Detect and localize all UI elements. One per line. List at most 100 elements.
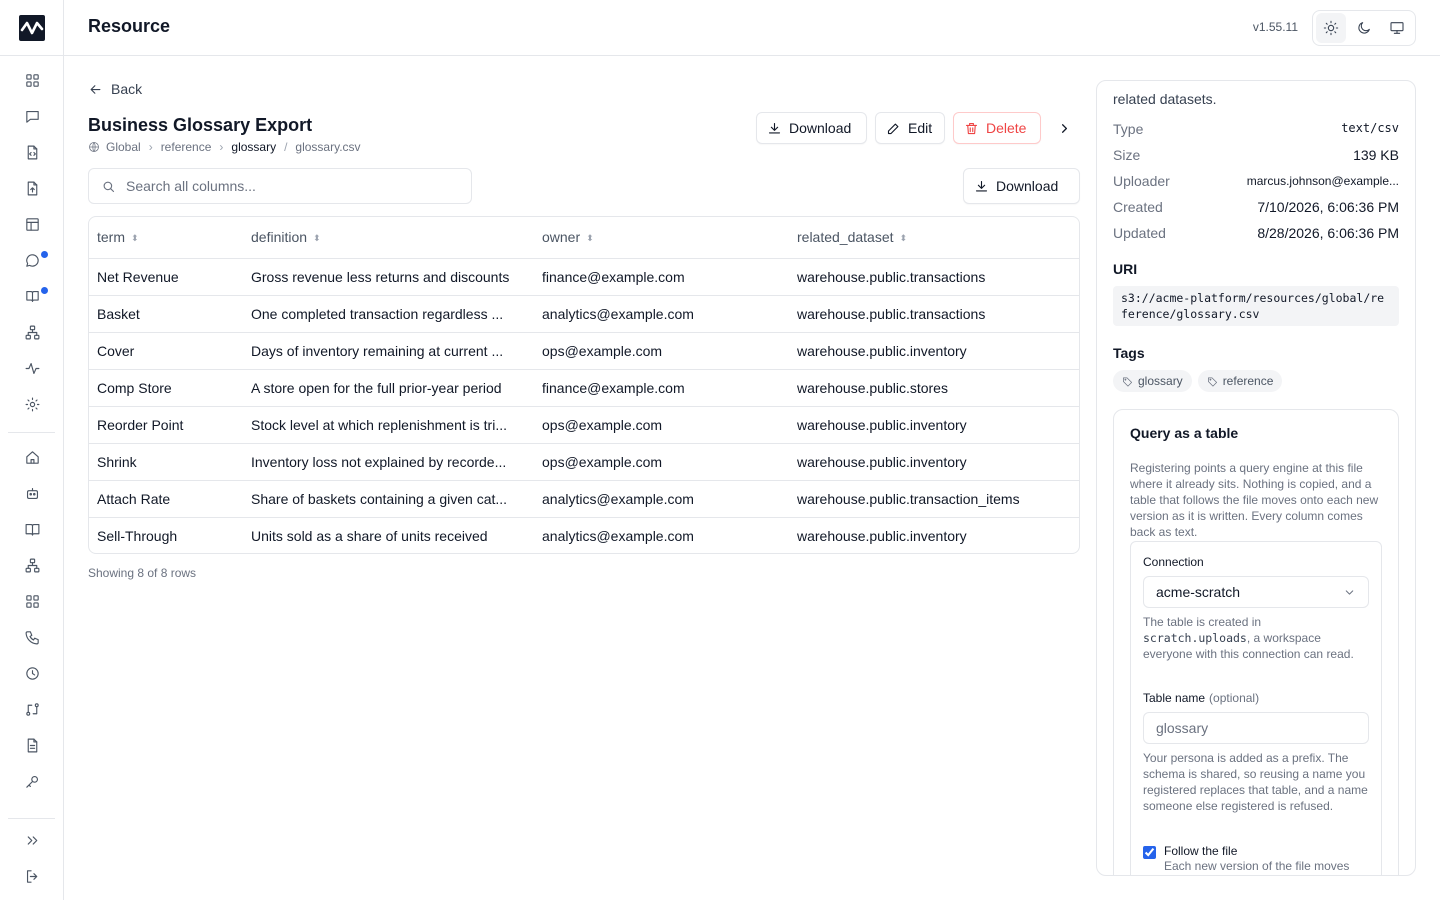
breadcrumb: Global › reference › glossary / glossary… — [88, 140, 361, 154]
settings-icon[interactable] — [22, 394, 42, 414]
trash-icon — [965, 122, 978, 134]
description-text: related datasets. — [1113, 91, 1217, 107]
table-row[interactable]: Cover Days of inventory remaining at curr… — [89, 332, 1079, 370]
chevron-down-icon — [1345, 589, 1354, 595]
tag-list: glossary reference — [1113, 370, 1283, 392]
chevron-right-icon — [1061, 123, 1067, 133]
table-cell-definition: Inventory loss not explained by recorde.… — [243, 443, 534, 481]
system-theme-button[interactable] — [1382, 13, 1412, 43]
moon-icon — [1358, 22, 1370, 34]
table-row[interactable]: Sell-Through Units sold as a share of uni… — [89, 517, 1079, 553]
column-header-related-dataset[interactable]: related_dataset ⬍ — [789, 217, 1079, 259]
sort-icon: ⬍ — [313, 233, 321, 244]
notification-dot — [41, 287, 48, 294]
table-cell-related-dataset: warehouse.public.inventory — [789, 443, 1079, 481]
git-compare-icon[interactable] — [22, 699, 42, 719]
breadcrumb-scope[interactable]: Global — [106, 140, 141, 154]
table-row[interactable]: Attach Rate Share of baskets containing a… — [89, 480, 1079, 518]
table-row[interactable]: Comp Store A store open for the full prio… — [89, 369, 1079, 407]
table-cell-definition: Gross revenue less returns and discounts — [243, 258, 534, 296]
activity-icon[interactable] — [22, 358, 42, 378]
table-cell-owner: analytics@example.com — [542, 527, 694, 544]
table-icon[interactable] — [22, 214, 42, 234]
table-name-input[interactable] — [1143, 712, 1369, 744]
chat-icon[interactable] — [22, 106, 42, 126]
app-logo-icon[interactable] — [19, 15, 45, 41]
key-icon[interactable] — [22, 771, 42, 791]
robot-icon[interactable] — [22, 483, 42, 503]
search-icon — [103, 181, 115, 192]
follow-file-subtext: Each new version of the file moves — [1164, 859, 1350, 873]
clock-icon[interactable] — [22, 663, 42, 683]
table-cell-related-dataset: warehouse.public.transactions — [789, 258, 1079, 296]
phone-icon[interactable] — [22, 627, 42, 647]
follow-file-checkbox[interactable] — [1143, 846, 1156, 859]
top-bar: Resource v1.55.11 — [64, 0, 1440, 56]
table-cell-related-dataset: warehouse.public.inventory — [789, 406, 1079, 444]
globe-icon — [89, 142, 99, 152]
table-download-button[interactable]: Download — [963, 168, 1080, 204]
chevron-right-icon: › — [148, 140, 153, 154]
table-row[interactable]: Net Revenue Gross revenue less returns an… — [89, 258, 1079, 296]
table-row[interactable]: Basket One completed transaction regardle… — [89, 295, 1079, 333]
edit-button[interactable]: Edit — [875, 112, 945, 144]
tag-icon — [1207, 376, 1217, 386]
document-icon[interactable] — [22, 735, 42, 755]
register-form: Connection acme-scratch The table is cre… — [1130, 541, 1382, 875]
column-header-term[interactable]: term ⬍ — [89, 217, 243, 259]
table-cell-owner: analytics@example.com — [534, 295, 789, 333]
slash-separator: / — [284, 140, 288, 154]
delete-button[interactable]: Delete — [953, 112, 1041, 144]
table-row[interactable]: Reorder Point Stock level at which replen… — [89, 406, 1079, 444]
sitemap-icon[interactable] — [22, 555, 42, 575]
table-cell-term: Attach Rate — [89, 480, 243, 518]
table-cell-definition: Days of inventory remaining at current .… — [243, 332, 534, 370]
message-icon[interactable] — [22, 250, 42, 270]
expand-icon[interactable] — [22, 830, 42, 850]
light-theme-button[interactable] — [1316, 13, 1347, 43]
sort-icon: ⬍ — [899, 233, 908, 244]
meta-uploader: Uploader marcus.johnson@example... — [1113, 173, 1399, 189]
hierarchy-icon[interactable] — [22, 322, 42, 342]
meta-size: Size 139 KB — [1113, 147, 1399, 163]
column-header-owner[interactable]: owner ⬍ — [534, 217, 789, 259]
chevron-right-icon: › — [219, 140, 224, 154]
back-link[interactable]: Back — [88, 81, 142, 97]
table-cell-owner: ops@example.com — [534, 332, 789, 370]
apps-icon[interactable] — [22, 591, 42, 611]
book-open-icon[interactable] — [22, 519, 42, 539]
download-button[interactable]: Download — [756, 112, 867, 144]
home-icon[interactable] — [22, 447, 42, 467]
column-header-definition[interactable]: definition ⬍ — [243, 217, 534, 259]
table-cell-owner: ops@example.com — [534, 406, 789, 444]
sort-icon: ⬍ — [586, 233, 594, 244]
uri-value[interactable]: s3://acme-platform/resources/global/refe… — [1113, 286, 1399, 326]
expand-panel-button[interactable] — [1054, 118, 1074, 138]
back-label: Back — [111, 81, 143, 97]
breadcrumb-path2[interactable]: glossary — [231, 140, 276, 154]
file-upload-icon[interactable] — [22, 178, 42, 198]
details-panel[interactable]: related datasets. Type text/csv Size 139 K… — [1096, 80, 1416, 876]
page-title: Business Glossary Export — [88, 115, 313, 135]
breadcrumb-path1[interactable]: reference — [161, 140, 212, 154]
row-count: Showing 8 of 8 rows — [88, 566, 197, 580]
search-input[interactable] — [126, 178, 446, 194]
table-cell-term: Sell-Through — [97, 527, 178, 544]
table-row[interactable]: Shrink Inventory loss not explained by re… — [89, 443, 1079, 481]
sort-icon: ⬍ — [131, 233, 139, 244]
follow-file-option: Follow the file Each new version of the … — [1143, 844, 1349, 873]
table-cell-definition: One completed transaction regardless ... — [243, 295, 534, 333]
book-icon[interactable] — [22, 286, 42, 306]
tag-reference[interactable]: reference — [1197, 370, 1283, 392]
file-code-icon[interactable] — [22, 142, 42, 162]
logout-icon[interactable] — [22, 866, 42, 886]
sun-icon — [1324, 20, 1339, 36]
dark-theme-button[interactable] — [1349, 13, 1379, 43]
download-icon — [975, 180, 988, 191]
tag-glossary[interactable]: glossary — [1113, 370, 1192, 392]
connection-select[interactable]: acme-scratch — [1143, 576, 1369, 608]
data-table: term ⬍ definition ⬍ owner ⬍ related_dataset… — [88, 216, 1080, 554]
grid-icon[interactable] — [22, 70, 42, 90]
table-cell-term: Net Revenue — [89, 258, 243, 296]
theme-switcher — [1312, 10, 1416, 46]
